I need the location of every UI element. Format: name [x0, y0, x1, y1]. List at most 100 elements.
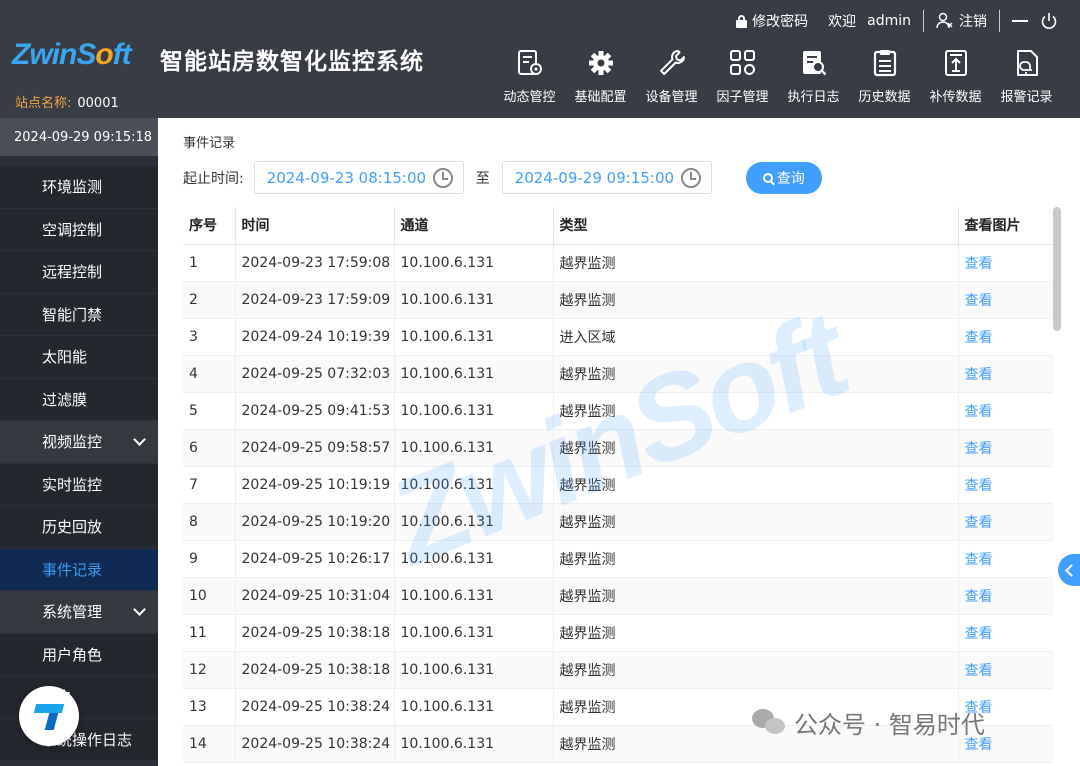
- nav-execution-log[interactable]: 执行日志: [778, 48, 849, 105]
- sidebar-item-label: 太阳能: [42, 348, 88, 367]
- table-cell: 越界监测: [553, 429, 959, 467]
- app-title: 智能站房数智化监控系统: [160, 49, 424, 75]
- sidebar-item-aircon[interactable]: 空调控制: [0, 208, 158, 251]
- view-image-link[interactable]: 查看: [958, 355, 1053, 393]
- table-cell: 13: [183, 688, 236, 726]
- nav-factor-management[interactable]: 因子管理: [707, 48, 778, 105]
- nav-basic-config[interactable]: 基础配置: [565, 48, 636, 105]
- table-scrollbar[interactable]: [1053, 207, 1061, 331]
- current-datetime: 2024-09-29 09:15:18: [0, 118, 158, 156]
- sidebar-item-label: 空调控制: [42, 220, 103, 239]
- sidebar-item-filter-membrane[interactable]: 过滤膜: [0, 378, 158, 421]
- nav-label: 执行日志: [787, 90, 840, 105]
- table-cell: 越界监测: [553, 355, 959, 393]
- view-image-link[interactable]: 查看: [958, 429, 1053, 467]
- view-image-link[interactable]: 查看: [958, 614, 1053, 652]
- nav-label: 因子管理: [716, 90, 769, 105]
- table-cell: 10.100.6.131: [394, 540, 554, 578]
- view-image-link[interactable]: 查看: [958, 503, 1053, 541]
- table-cell: 越界监测: [553, 244, 959, 282]
- nav-dynamic-control[interactable]: 动态管控: [494, 48, 565, 105]
- main-content: 事件记录 起止时间: 2024-09-23 08:15:00 至 2024-09…: [158, 118, 1080, 766]
- search-icon: [762, 172, 773, 183]
- view-image-link[interactable]: 查看: [958, 318, 1053, 356]
- change-password-link[interactable]: 修改密码: [736, 11, 808, 31]
- station-label: 站点名称:: [15, 96, 72, 111]
- view-image-link[interactable]: 查看: [958, 577, 1053, 615]
- brand-logo: ZwinSoft: [12, 38, 132, 71]
- table-cell: 2024-09-25 10:19:20: [235, 503, 395, 541]
- sidebar-item-event-records[interactable]: 事件记录: [0, 548, 158, 591]
- nav-alarm-records[interactable]: 报警记录: [991, 48, 1062, 105]
- end-time-input[interactable]: 2024-09-29 09:15:00: [501, 161, 712, 194]
- table-row: 1 2024-09-23 17:59:08 10.100.6.131 越界监测 查看: [183, 244, 1053, 282]
- table-cell: 2024-09-23 17:59:09: [235, 281, 395, 319]
- divider: [923, 10, 924, 32]
- sidebar: 环境监测 空调控制 远程控制 智能门禁 太阳能 过滤膜 视频监控 实时监控 历史…: [0, 156, 158, 766]
- table-cell: 5: [183, 392, 236, 430]
- table-cell: 2024-09-25 09:41:53: [235, 392, 395, 430]
- nav-label: 动态管控: [503, 90, 556, 105]
- view-image-link[interactable]: 查看: [958, 651, 1053, 689]
- query-button[interactable]: 查询: [745, 161, 822, 194]
- table-cell: 2: [183, 281, 236, 319]
- range-label: 起止时间:: [183, 170, 244, 187]
- end-time-value: 2024-09-29 09:15:00: [514, 168, 675, 187]
- app-header: ZwinSoft 智能站房数智化监控系统 站点名称: 00001 修改密码 欢迎 …: [0, 0, 1080, 118]
- table-cell: 7: [183, 466, 236, 504]
- sidebar-spacer: [0, 156, 158, 166]
- sidebar-group-video[interactable]: 视频监控: [0, 421, 158, 464]
- view-image-link[interactable]: 查看: [958, 281, 1053, 319]
- wechat-watermark: 公众号 · 智易时代: [752, 705, 985, 740]
- view-image-link[interactable]: 查看: [958, 244, 1053, 282]
- nav-supplement-data[interactable]: 补传数据: [920, 48, 991, 105]
- sidebar-item-user-roles[interactable]: 用户角色: [0, 633, 158, 676]
- clock-icon: [680, 167, 701, 188]
- table-row: 9 2024-09-25 10:26:17 10.100.6.131 越界监测 查看: [183, 540, 1053, 578]
- top-user-bar: 修改密码 欢迎 admin 注销: [736, 10, 1058, 32]
- nav-device-management[interactable]: 设备管理: [636, 48, 707, 105]
- clock-icon: [432, 167, 453, 188]
- minimize-icon[interactable]: [1012, 20, 1028, 22]
- sidebar-item-label: 事件记录: [42, 560, 103, 579]
- query-label: 查询: [776, 170, 805, 187]
- sidebar-item-environment[interactable]: 环境监测: [0, 166, 158, 209]
- table-cell: 2024-09-25 10:38:24: [235, 725, 395, 763]
- nav-label: 设备管理: [645, 90, 698, 105]
- lock-icon: [736, 14, 748, 28]
- start-time-input[interactable]: 2024-09-23 08:15:00: [253, 161, 464, 194]
- table-cell: 2024-09-25 10:19:19: [235, 466, 395, 504]
- sidebar-item-remote-control[interactable]: 远程控制: [0, 251, 158, 294]
- table-row: 7 2024-09-25 10:19:19 10.100.6.131 越界监测 查看: [183, 466, 1053, 504]
- gear-icon: [588, 51, 613, 75]
- main-nav: 动态管控 基础配置 设备管理 因子管理 执行日志 历史数据 补传数据 报警记录: [494, 48, 1062, 105]
- time-filter: 起止时间: 2024-09-23 08:15:00 至 2024-09-29 0…: [183, 161, 822, 194]
- station-info: 站点名称: 00001: [15, 92, 119, 111]
- sidebar-group-system[interactable]: 系统管理: [0, 591, 158, 634]
- logout-button[interactable]: 注销: [936, 11, 987, 31]
- table-row: 11 2024-09-25 10:38:18 10.100.6.131 越界监测 查看: [183, 614, 1053, 652]
- view-image-link[interactable]: 查看: [958, 466, 1053, 504]
- table-cell: 2024-09-25 09:58:57: [235, 429, 395, 467]
- sidebar-item-access-control[interactable]: 智能门禁: [0, 293, 158, 336]
- table-cell: 越界监测: [553, 651, 959, 689]
- table-cell: 10.100.6.131: [394, 651, 554, 689]
- power-icon[interactable]: [1040, 12, 1058, 30]
- table-row: 8 2024-09-25 10:19:20 10.100.6.131 越界监测 查看: [183, 503, 1053, 541]
- table-cell: 10.100.6.131: [394, 281, 554, 319]
- nav-history-data[interactable]: 历史数据: [849, 48, 920, 105]
- sidebar-item-playback[interactable]: 历史回放: [0, 506, 158, 549]
- column-header: 类型: [553, 207, 959, 245]
- sidebar-item-live-monitor[interactable]: 实时监控: [0, 463, 158, 506]
- view-image-link[interactable]: 查看: [958, 392, 1053, 430]
- column-header: 通道: [394, 207, 554, 245]
- table-cell: 2024-09-23 17:59:08: [235, 244, 395, 282]
- table-cell: 11: [183, 614, 236, 652]
- wrench-icon: [659, 50, 685, 75]
- sidebar-item-solar[interactable]: 太阳能: [0, 336, 158, 379]
- floating-app-button[interactable]: [19, 686, 79, 746]
- table-cell: 10.100.6.131: [394, 244, 554, 282]
- table-cell: 10.100.6.131: [394, 503, 554, 541]
- table-row: 5 2024-09-25 09:41:53 10.100.6.131 越界监测 查看: [183, 392, 1053, 430]
- view-image-link[interactable]: 查看: [958, 540, 1053, 578]
